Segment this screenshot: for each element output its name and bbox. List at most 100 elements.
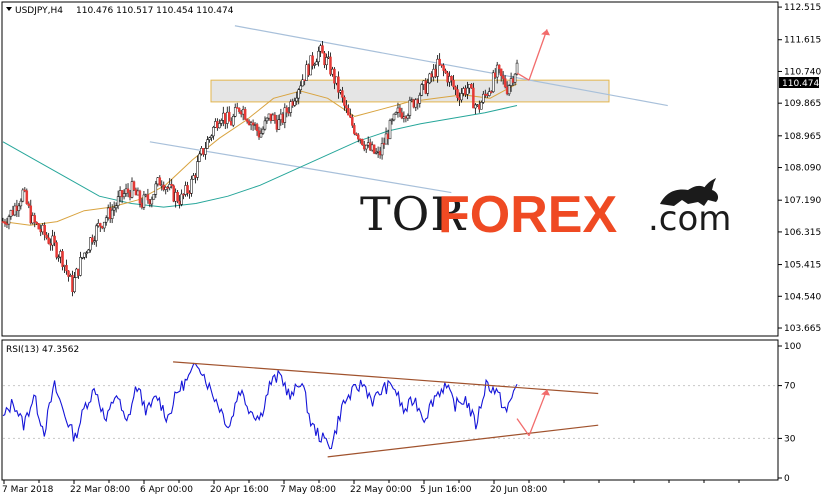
candle-body [39,228,42,233]
candle-body [434,68,437,77]
candle-body [158,177,162,186]
candle-body [446,72,449,83]
candle-body [17,205,21,211]
candle-body [239,111,243,115]
candle-body [138,190,142,204]
candle-body [285,107,289,113]
candle-body [5,223,9,225]
candle-body [188,192,191,195]
candle-body [414,99,418,108]
candle-body [384,133,388,145]
candle-body [128,192,132,198]
candle-body [360,138,364,146]
candle-body [257,130,261,138]
candle-body [261,128,265,134]
candle-body [15,205,19,211]
candle-body [73,277,76,292]
candle-body [323,52,326,66]
candle-body [13,205,17,216]
candle-body [432,68,435,78]
candle-body [509,78,513,86]
candle-body [164,187,167,190]
candle-body [194,175,197,178]
candle-body [390,119,394,122]
candle-body [482,93,485,103]
candle-body [150,198,154,205]
rsi-label: RSI(13) 47.3562 [6,345,79,355]
candle-body [218,123,221,129]
candle-body [317,50,320,63]
candle-body [466,87,469,95]
candle-body [408,100,412,116]
candle-body [116,196,120,206]
candle-body [319,45,322,52]
candle-body [21,189,25,202]
candle-body [430,73,433,78]
candle-body [3,221,7,224]
candle-body [265,117,269,122]
candle-body [398,107,402,113]
candle-body [271,114,275,121]
candle-body [49,243,52,246]
candle-body [416,99,420,104]
price-panel [1,1,779,337]
candle-body [329,56,332,75]
candle-body [418,94,422,104]
candle-body [448,76,451,83]
candle-body [355,133,358,136]
candle-body [325,57,328,66]
candle-body [351,117,354,126]
candle-body [359,138,362,141]
candle-body [162,184,166,190]
candle-body [228,111,231,122]
candle-body [333,68,336,84]
rsi-panel [1,339,779,481]
candle-body [507,85,511,95]
candle-body [97,223,100,227]
candle-body [402,116,406,119]
candle-body [275,119,279,130]
candle-body [281,113,285,123]
candle-body [69,275,72,277]
candle-body [501,75,505,79]
candle-body [476,104,479,106]
candle-body [35,221,38,224]
x-tick-label: 7 May 08:00 [280,485,336,495]
candle-body [396,107,400,113]
candle-body [122,193,126,198]
x-tick-label: 20 Apr 16:00 [210,485,269,495]
candle-body [89,237,92,251]
candle-body [357,134,360,140]
candle-body [61,251,64,267]
candle-body [198,153,201,162]
candle-body [462,88,465,94]
candle-body [41,224,44,233]
candle-body [478,104,481,110]
candle-body [374,151,378,154]
candle-body [33,215,37,223]
candle-body [513,73,517,83]
candle-body [91,237,94,243]
candle-body [186,185,189,194]
candle-body [267,113,271,119]
x-tick-label: 6 Apr 00:00 [140,485,193,495]
candle-body [226,111,229,124]
watermark-forex: FOREX [438,186,617,244]
candle-body [51,235,54,246]
candle-body [9,210,13,217]
candle-body [307,64,310,76]
candle-body [120,190,124,198]
candle-body [442,65,445,71]
candle-body [420,84,424,96]
candle-body [118,190,122,197]
candle-body [178,200,181,205]
candle-body [204,148,207,155]
candle-body [75,268,78,278]
candle-body [438,58,441,65]
candle-body [47,237,50,244]
candle-body [110,209,114,219]
candle-body [146,194,150,201]
candle-body [253,124,257,126]
candle-body [102,221,106,229]
candle-body [192,175,195,180]
